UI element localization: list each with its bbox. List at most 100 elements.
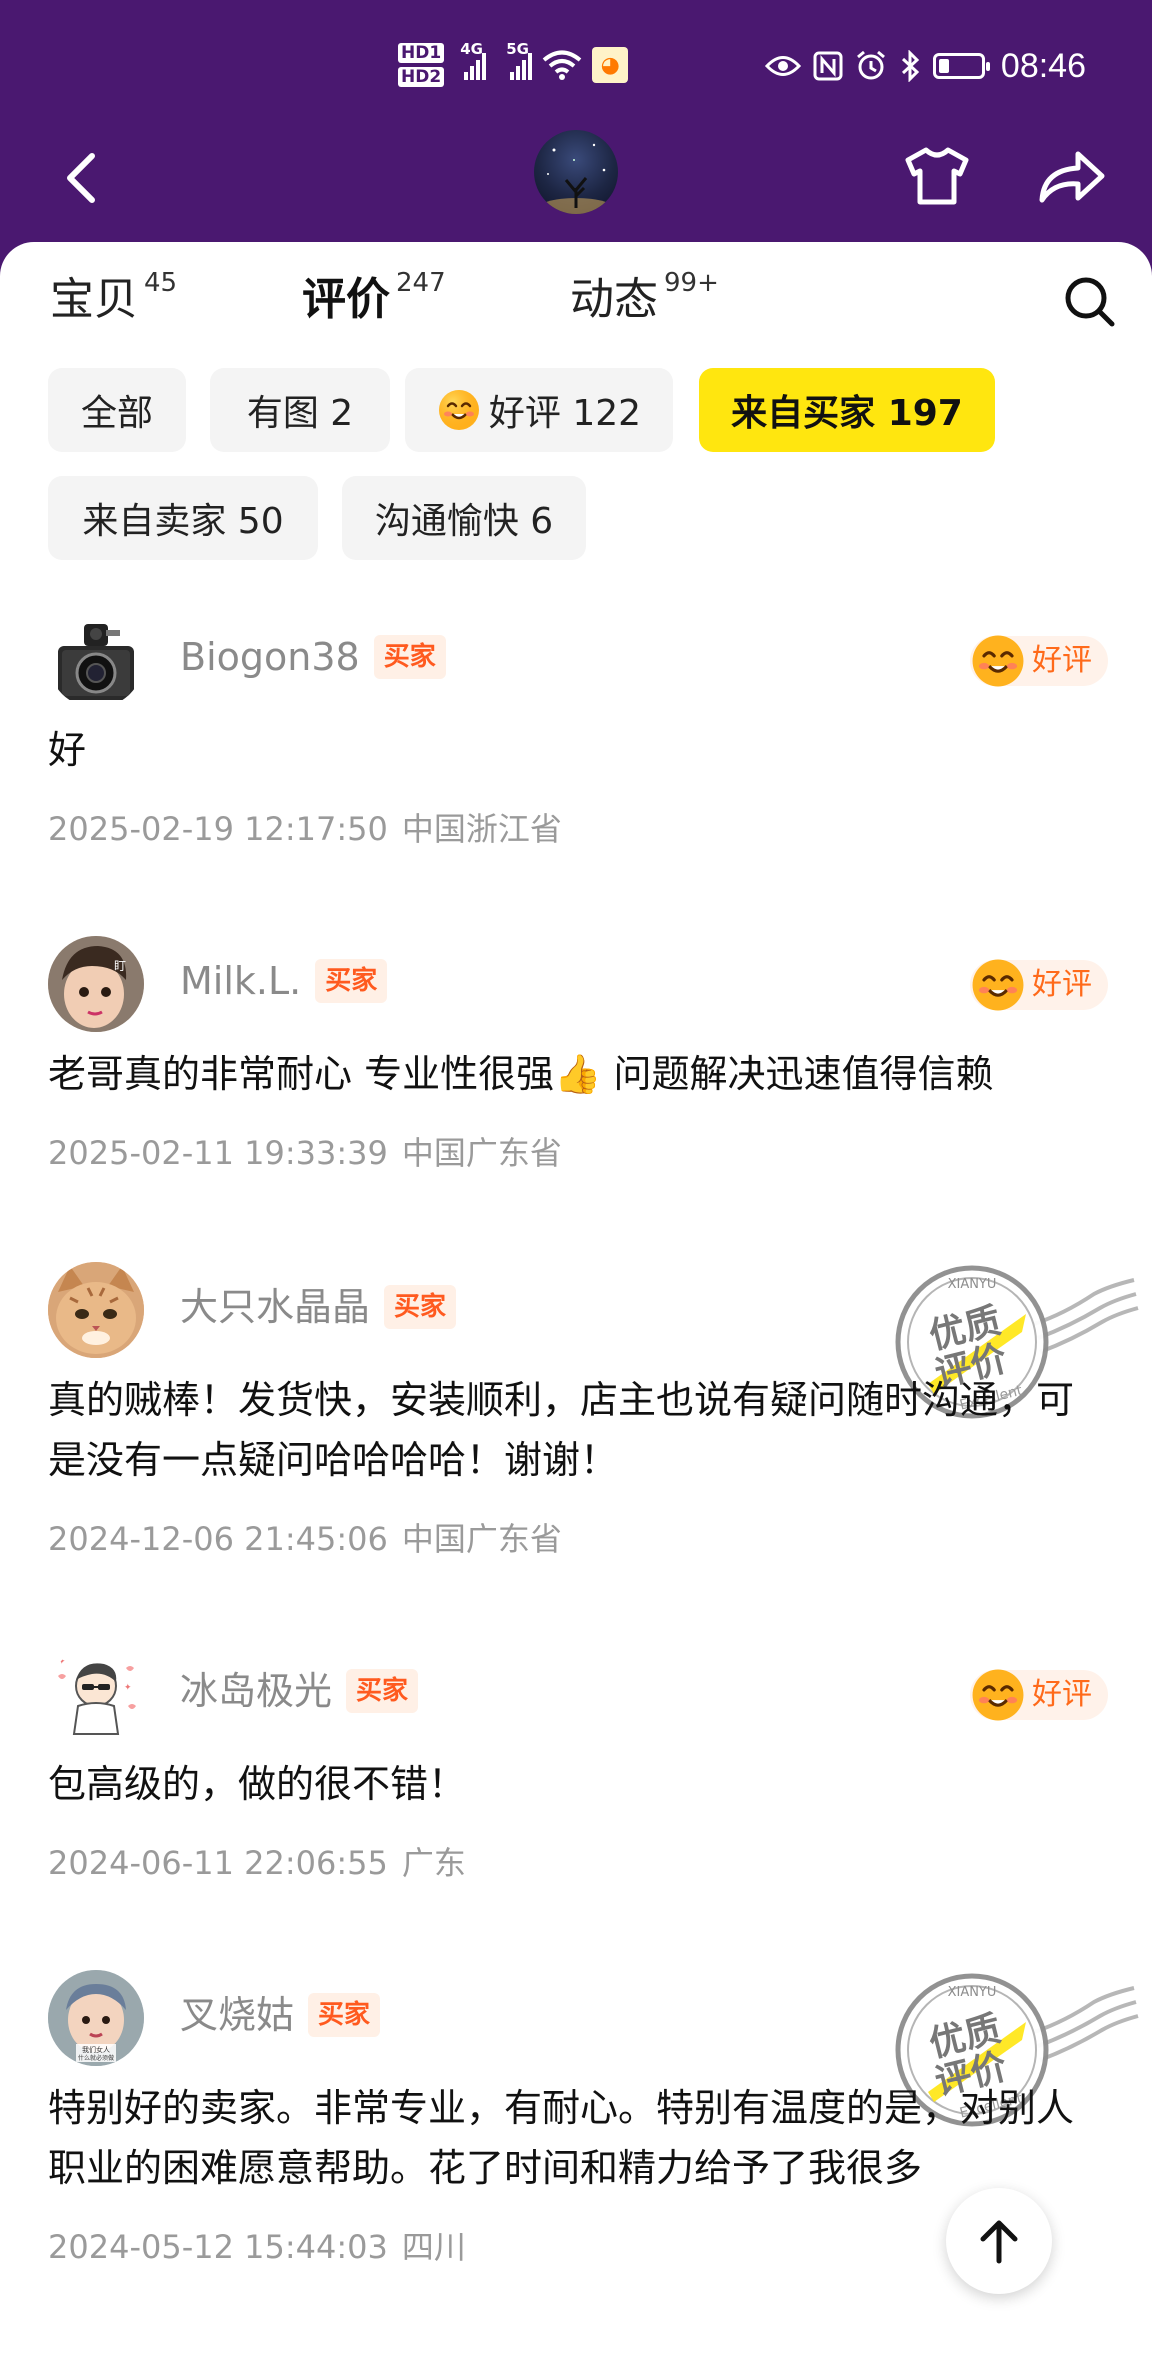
sim2-label: HD <box>401 67 430 87</box>
review-date: 2024-12-06 21:45:06 <box>48 1520 388 1558</box>
review-text: 真的贼棒！发货快，安装顺利，店主也说有疑问随时沟通，可是没有一点疑问哈哈哈哈！谢… <box>48 1378 1075 1482</box>
review-item: 盯 Milk.L. 买家 好评 老哥真的非常耐心 专业性很强👍 问题解决迅速值得信… <box>48 936 1108 1172</box>
rating-label: 好评 <box>1032 967 1092 1002</box>
username-text: Biogon38 <box>180 635 360 679</box>
review-date: 2024-06-11 22:06:55 <box>48 1844 388 1882</box>
cartoon-avatar: ✦✦ <box>48 1646 144 1742</box>
share-icon[interactable] <box>1034 144 1108 208</box>
review-location: 中国浙江省 <box>401 810 562 848</box>
net1-label: 4G <box>460 40 483 58</box>
filter-chip-with-image[interactable]: 有图 2 <box>210 368 390 452</box>
sim2-num: 2 <box>429 67 442 87</box>
smile-face-icon <box>438 390 479 430</box>
eye-icon <box>764 56 801 76</box>
review-meta: 2024-12-06 21:45:06 中国广东省 <box>48 1514 562 1560</box>
night-tree-image <box>536 143 616 214</box>
stamp-brand: XIANYU <box>948 1277 997 1292</box>
avatar[interactable]: 我们女人 什么就必须做 <box>48 1970 144 2066</box>
cat-avatar <box>48 1262 144 1358</box>
shop-avatar[interactable] <box>534 130 618 214</box>
positive-rating-badge: 好评 <box>970 635 1108 687</box>
tab-updates[interactable]: 动态 99+ <box>570 268 719 328</box>
bluetooth-icon <box>901 50 920 82</box>
battery-icon <box>932 53 990 79</box>
review-text: 好 <box>48 728 87 772</box>
tab-items[interactable]: 宝贝 45 <box>50 268 177 328</box>
review-item: Biogon38 买家 好评 好 2025-02-19 12:17:50 中国浙江省 <box>48 612 1108 848</box>
username[interactable]: Biogon38 买家 <box>180 632 446 682</box>
chip-label: 来自买家 197 <box>731 393 963 434</box>
smile-face-icon <box>972 959 1024 1011</box>
svg-text:我们女人: 我们女人 <box>82 2045 110 2054</box>
signal-icon: 4G <box>460 40 487 80</box>
avatar[interactable]: ✦ ✦ <box>48 1646 144 1742</box>
username-text: Milk.L. <box>180 959 302 1003</box>
review-location: 四川 <box>401 2228 466 2266</box>
avatar[interactable] <box>48 1262 144 1358</box>
chip-label: 全部 <box>80 393 153 434</box>
svg-text:什么就必须做: 什么就必须做 <box>78 2054 114 2062</box>
review-text: 特别好的卖家。非常专业，有耐心。特别有温度的是，对别人职业的困难愿意帮助。花了时… <box>48 2086 1075 2190</box>
review-location: 中国广东省 <box>401 1520 562 1558</box>
search-icon[interactable] <box>1062 274 1118 330</box>
status-bar: HD1 HD2 4G 5G ◕ 08:46 <box>0 0 1152 130</box>
review-location: 广东 <box>401 1844 466 1882</box>
chip-label: 来自卖家 50 <box>82 501 284 542</box>
review-meta: 2024-05-12 15:44:03 四川 <box>48 2222 466 2268</box>
filter-chip-from-buyer[interactable]: 来自买家 197 <box>699 368 995 452</box>
back-arrow-icon[interactable] <box>52 148 112 208</box>
nfc-icon <box>813 51 843 81</box>
positive-rating-badge: 好评 <box>970 959 1108 1011</box>
content-card: 宝贝 45 评价 247 动态 99+ 全部 有图 2 好评 122 来自买家 … <box>0 242 1152 2376</box>
avatar[interactable] <box>48 612 144 708</box>
tab-reviews[interactable]: 评价 247 <box>300 268 446 328</box>
review-location: 中国广东省 <box>401 1134 562 1172</box>
username[interactable]: 大只水晶晶 买家 <box>180 1282 457 1332</box>
review-meta: 2025-02-11 19:33:39 中国广东省 <box>48 1128 562 1174</box>
tab-count: 99+ <box>664 268 719 298</box>
smile-face-icon <box>972 1669 1024 1721</box>
tab-label: 评价 <box>302 274 390 325</box>
svg-text:✦: ✦ <box>58 1657 66 1667</box>
top-nav-bar <box>0 130 1152 240</box>
chip-label: 沟通愉快 6 <box>374 501 554 542</box>
rating-label: 好评 <box>1032 643 1092 678</box>
avatar[interactable]: 盯 <box>48 936 144 1032</box>
filter-chip-from-seller[interactable]: 来自卖家 50 <box>48 476 318 560</box>
role-badge: 买家 <box>384 1284 457 1329</box>
sim1-label: HD <box>401 43 430 63</box>
filter-chip-positive[interactable]: 好评 122 <box>405 368 673 452</box>
role-badge: 买家 <box>346 1668 419 1713</box>
tab-label: 宝贝 <box>50 274 138 325</box>
alarm-icon <box>856 50 885 80</box>
filter-chip-smooth-communication[interactable]: 沟通愉快 6 <box>342 476 586 560</box>
tab-bar: 宝贝 45 评价 247 动态 99+ <box>0 242 1152 352</box>
battery-fill <box>938 59 949 73</box>
shirt-icon[interactable] <box>902 144 972 208</box>
rating-label: 好评 <box>1032 1677 1092 1712</box>
net2-label: 5G <box>506 40 529 58</box>
smile-face-icon <box>972 635 1024 687</box>
review-text: 老哥真的非常耐心 专业性很强👍 问题解决迅速值得信赖 <box>48 1052 994 1096</box>
clock: 08:46 <box>1000 46 1086 85</box>
stamp-brand: XIANYU <box>948 1985 997 2000</box>
status-right-group: 08:46 <box>764 36 1086 96</box>
chip-label: 好评 122 <box>488 393 642 434</box>
sim1-num: 1 <box>429 43 442 63</box>
status-left-group: HD1 HD2 4G 5G ◕ <box>398 34 629 96</box>
baby-avatar: 盯 <box>48 936 144 1032</box>
username[interactable]: Milk.L. 买家 <box>180 956 388 1006</box>
username-text: 大只水晶晶 <box>180 1285 371 1329</box>
scroll-to-top-button[interactable] <box>946 2188 1052 2294</box>
username-text: 叉烧姑 <box>180 1993 295 2037</box>
tab-count: 45 <box>144 268 178 298</box>
review-date: 2024-05-12 15:44:03 <box>48 2228 388 2266</box>
review-date: 2025-02-11 19:33:39 <box>48 1134 388 1172</box>
review-text: 包高级的，做的很不错！ <box>48 1762 467 1806</box>
filter-chip-all[interactable]: 全部 <box>48 368 186 452</box>
username[interactable]: 叉烧姑 买家 <box>180 1990 381 2040</box>
role-badge: 买家 <box>308 1992 381 2037</box>
username[interactable]: 冰岛极光 买家 <box>180 1666 419 1716</box>
role-badge: 买家 <box>373 634 446 679</box>
review-date: 2025-02-19 12:17:50 <box>48 810 388 848</box>
